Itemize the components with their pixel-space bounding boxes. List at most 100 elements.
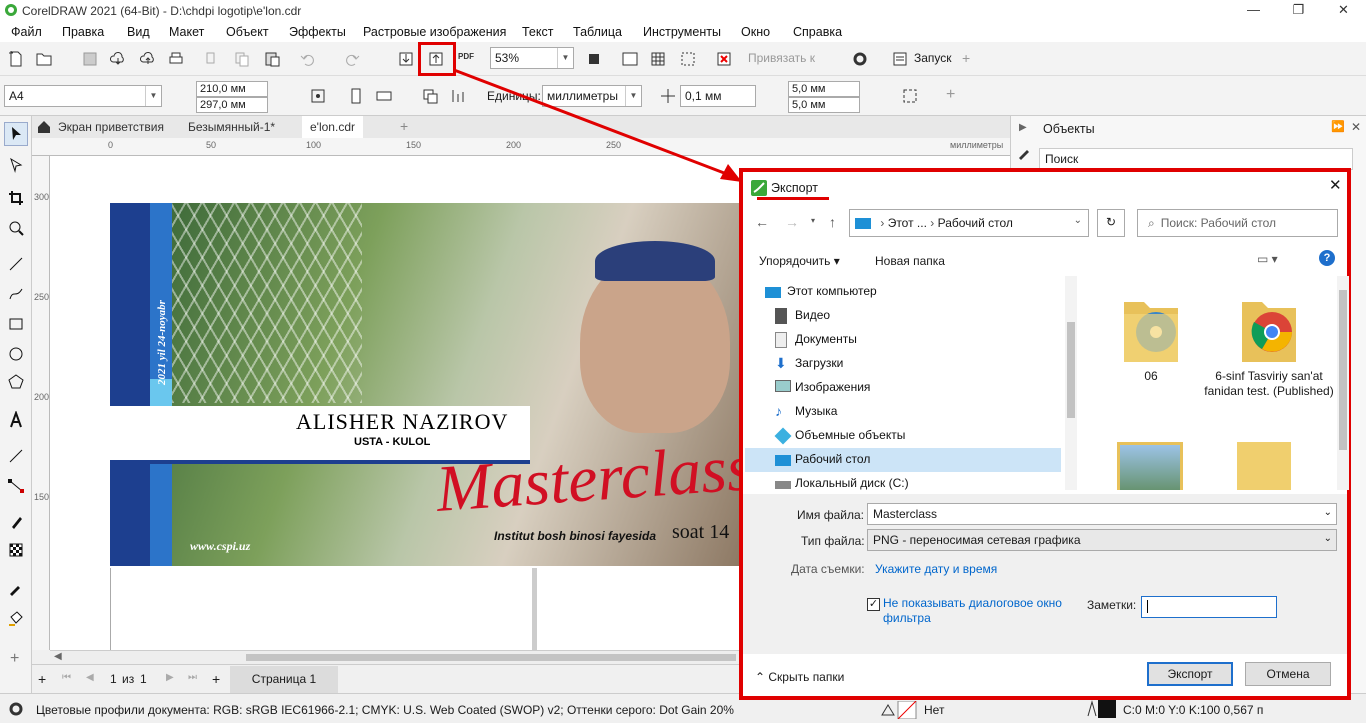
prev-page-icon[interactable]: ◀ <box>86 672 94 683</box>
menu-file[interactable]: Файл <box>11 25 42 39</box>
menu-text[interactable]: Текст <box>522 25 553 39</box>
print-icon[interactable] <box>164 47 188 71</box>
menu-view[interactable]: Вид <box>127 25 150 39</box>
menu-object[interactable]: Объект <box>226 25 269 39</box>
objects-search[interactable]: Поиск <box>1039 148 1353 170</box>
nav-local-disk[interactable]: Локальный диск (C:) <box>745 472 1061 490</box>
last-page-icon[interactable]: ⏭ <box>188 672 197 683</box>
menu-edit[interactable]: Правка <box>62 25 104 39</box>
date-taken-link[interactable]: Укажите дату и время <box>875 562 997 576</box>
filename-input[interactable]: Masterclass ⌄ <box>867 503 1337 525</box>
duplicate-y-field[interactable]: 5,0 мм <box>788 97 860 113</box>
add-page-icon[interactable]: + <box>38 671 46 687</box>
launch-icon[interactable] <box>888 47 912 71</box>
open-folder-icon[interactable] <box>32 47 56 71</box>
color-profile-gear-icon[interactable] <box>8 701 24 720</box>
tab-elon[interactable]: e'lon.cdr <box>302 116 363 138</box>
interactive-fill-tool-icon[interactable] <box>4 606 28 630</box>
path-segment[interactable]: Рабочий стол <box>938 216 1013 230</box>
new-document-icon[interactable] <box>4 47 28 71</box>
menu-table[interactable]: Таблица <box>573 25 622 39</box>
hide-folders-toggle[interactable]: ⌃ Скрыть папки <box>755 670 844 684</box>
page-width-field[interactable]: 210,0 мм <box>196 81 268 97</box>
add-page-end-icon[interactable]: + <box>212 671 220 687</box>
nav-pictures[interactable]: Изображения <box>745 376 1061 400</box>
menu-help[interactable]: Справка <box>793 25 842 39</box>
scroll-thumb[interactable] <box>246 654 736 661</box>
filetype-select[interactable]: PNG - переносимая сетевая графика ⌄ <box>867 529 1337 551</box>
nav-desktop[interactable]: Рабочий стол <box>745 448 1061 472</box>
nav-music[interactable]: ♪ Музыка <box>745 400 1061 424</box>
first-page-icon[interactable]: ⏮ <box>62 672 71 683</box>
parallel-dimension-tool-icon[interactable] <box>4 444 28 468</box>
cloud-upload-icon[interactable] <box>136 47 160 71</box>
pen-icon[interactable] <box>1017 146 1031 163</box>
copy-icon[interactable] <box>230 47 254 71</box>
all-pages-size-icon[interactable] <box>418 84 442 108</box>
refresh-icon[interactable]: ↻ <box>1097 209 1125 237</box>
connector-tool-icon[interactable] <box>4 474 28 498</box>
undo-icon[interactable] <box>296 47 320 71</box>
new-tab-icon[interactable]: + <box>400 118 408 134</box>
tab-welcome[interactable]: Экран приветствия <box>50 116 172 138</box>
docker-expand-icon[interactable]: ▶ <box>1019 122 1027 133</box>
save-icon[interactable] <box>78 47 102 71</box>
shape-tool-icon[interactable] <box>4 152 28 176</box>
forward-arrow-icon[interactable]: → <box>785 214 799 230</box>
new-folder-button[interactable]: Новая папка <box>875 254 945 268</box>
close-window-button[interactable]: ✕ <box>1321 0 1366 22</box>
menu-tools[interactable]: Инструменты <box>643 25 721 39</box>
text-tool-icon[interactable] <box>4 408 28 432</box>
all-pages-icon[interactable] <box>306 84 330 108</box>
address-bar[interactable]: › Этот ... › Рабочий стол ⌄ <box>849 209 1089 237</box>
panel-close-icon[interactable]: ✕ <box>1351 120 1361 134</box>
launch-dropdown[interactable]: Запуск <box>914 51 952 65</box>
add-tool-icon[interactable]: + <box>10 650 19 668</box>
scroll-left-icon[interactable]: ◀ <box>54 651 62 662</box>
eyedropper-tool-icon[interactable] <box>4 576 28 600</box>
tab-untitled[interactable]: Безымянный-1* <box>180 116 283 138</box>
banner-artwork[interactable]: 2021 yil 24-noyabr ALISHER NAZIROV USTA … <box>110 203 750 566</box>
file-6-sinf[interactable]: 6-sinf Tasviriy san'at fanidan test. (Pu… <box>1199 288 1339 428</box>
nav-3d-objects[interactable]: Объемные объекты <box>745 424 1061 448</box>
rectangle-tool-icon[interactable] <box>4 312 28 336</box>
redo-icon[interactable] <box>340 47 364 71</box>
options-gear-icon[interactable] <box>848 47 872 71</box>
polygon-tool-icon[interactable] <box>4 370 28 394</box>
view-options-icon[interactable]: ▭ ▾ <box>1257 252 1278 266</box>
ellipse-tool-icon[interactable] <box>4 342 28 366</box>
transparency-tool-icon[interactable] <box>4 538 28 562</box>
nav-this-pc[interactable]: Этот компьютер <box>745 280 1061 304</box>
menu-effects[interactable]: Эффекты <box>289 25 346 39</box>
dialog-close-icon[interactable]: ✕ <box>1329 176 1342 194</box>
export-button[interactable]: Экспорт <box>1147 662 1233 686</box>
recent-dropdown-icon[interactable]: ▾ <box>811 216 815 225</box>
nav-documents[interactable]: Документы <box>745 328 1061 352</box>
page-size-combo[interactable]: A4 ▼ <box>4 85 162 107</box>
file-list-scrollbar[interactable] <box>1337 276 1349 490</box>
cut-icon[interactable] <box>200 47 224 71</box>
page-border-icon[interactable] <box>898 84 922 108</box>
pick-tool-icon[interactable] <box>4 122 28 146</box>
drop-shadow-tool-icon[interactable] <box>4 510 28 534</box>
panel-collapse-icon[interactable]: ⏩ <box>1331 120 1345 133</box>
path-segment[interactable]: Этот ... <box>888 216 927 230</box>
import-icon[interactable] <box>394 47 418 71</box>
notes-input[interactable] <box>1141 596 1277 618</box>
add-property-icon[interactable]: + <box>946 86 955 104</box>
nav-downloads[interactable]: ⬇ Загрузки <box>745 352 1061 376</box>
menu-bitmaps[interactable]: Растровые изображения <box>363 25 506 39</box>
cloud-download-icon[interactable] <box>106 47 130 71</box>
artistic-media-tool-icon[interactable] <box>4 282 28 306</box>
menu-layout[interactable]: Макет <box>169 25 204 39</box>
paste-icon[interactable] <box>260 47 284 71</box>
nav-scrollbar[interactable] <box>1065 276 1077 490</box>
color-profiles-text[interactable]: Цветовые профили документа: RGB: sRGB IE… <box>36 703 734 717</box>
up-arrow-icon[interactable]: ↑ <box>829 214 836 230</box>
image-file-thumbnail[interactable] <box>1117 442 1183 490</box>
folder-thumbnail[interactable] <box>1237 442 1291 490</box>
suppress-filter-label[interactable]: Не показывать диалоговое окно фильтра <box>883 596 1073 626</box>
suppress-filter-checkbox[interactable]: ✓ <box>867 598 880 611</box>
page-height-field[interactable]: 297,0 мм <box>196 97 268 113</box>
freehand-tool-icon[interactable] <box>4 252 28 276</box>
